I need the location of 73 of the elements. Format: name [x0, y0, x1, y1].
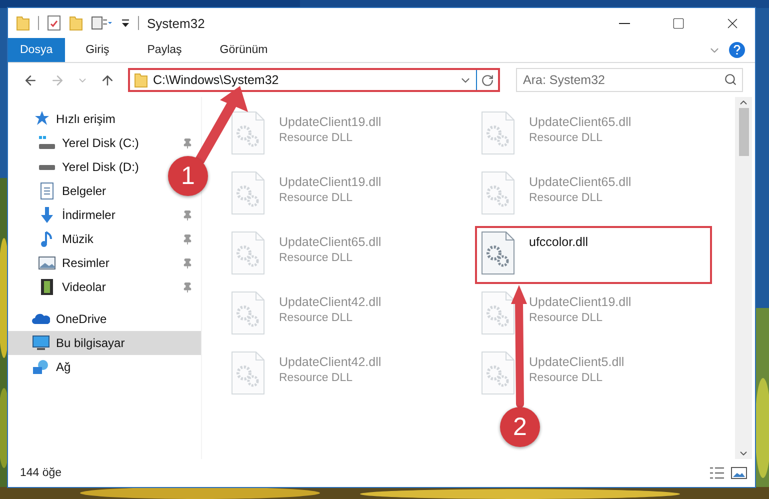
sidebar-item[interactable]: Bu bilgisayar: [8, 331, 201, 355]
file-name: UpdateClient65.dll: [529, 175, 632, 189]
download-icon: [38, 206, 56, 224]
gear-file-icon: [231, 111, 265, 155]
file-name: UpdateClient19.dll: [279, 115, 382, 129]
file-type: Resource DLL: [529, 192, 604, 204]
gear-file-icon: [231, 351, 265, 395]
network-icon: [32, 358, 50, 376]
file-name: UpdateClient19.dll: [529, 295, 632, 309]
folder-icon: [134, 72, 148, 88]
sidebar-item[interactable]: OneDrive: [8, 307, 201, 331]
sidebar-item[interactable]: Resimler: [8, 251, 201, 275]
sidebar-item[interactable]: Ağ: [8, 355, 201, 379]
question-mark-icon: [733, 45, 741, 55]
file-type: Resource DLL: [279, 192, 354, 204]
file-type: Resource DLL: [279, 312, 354, 324]
window-title: System32: [147, 16, 206, 30]
folder-icon: [69, 15, 83, 31]
sidebar-item[interactable]: Müzik: [8, 227, 201, 251]
folder-icon: [16, 15, 30, 31]
file-type: Resource DLL: [529, 132, 604, 144]
file-name: ufccolor.dll: [529, 235, 588, 249]
sidebar-item[interactable]: Hızlı erişim: [8, 107, 201, 131]
file-name: UpdateClient42.dll: [279, 355, 382, 369]
ribbon-tab[interactable]: Giriş: [70, 38, 124, 62]
file-type: Resource DLL: [279, 252, 354, 264]
sidebar-item[interactable]: Videolar: [8, 275, 201, 299]
gear-file-icon: [231, 171, 265, 215]
gear-file-icon: [231, 231, 265, 275]
file-type: Resource DLL: [279, 372, 354, 384]
ribbon-tab[interactable]: Görünüm: [204, 38, 283, 62]
monitor-icon: [32, 334, 50, 352]
search-icon[interactable]: [724, 73, 737, 86]
gear-file-icon: [481, 111, 515, 155]
sidebar-item[interactable]: İndirmeler: [8, 203, 201, 227]
drive-icon: [38, 164, 56, 170]
sidebar-item[interactable]: Yerel Disk (D:): [8, 155, 157, 179]
file-type: Resource DLL: [529, 312, 604, 324]
sidebar-item[interactable]: Belgeler: [8, 179, 157, 203]
gear-file-icon: [481, 291, 515, 335]
picture-icon: [38, 254, 56, 272]
gear-file-icon: [481, 231, 515, 275]
checklist-icon[interactable]: [47, 15, 61, 31]
minimize-icon: [618, 22, 630, 24]
gear-file-icon: [231, 291, 265, 335]
item-count: 144 öğe: [20, 467, 63, 479]
file-name: UpdateClient42.dll: [279, 295, 382, 309]
forward-arrow-icon: [50, 72, 65, 88]
file-name: UpdateClient65.dll: [279, 235, 382, 249]
maximize-icon: [672, 16, 684, 30]
ribbon-tab[interactable]: Dosya: [8, 38, 65, 62]
file-name: UpdateClient19.dll: [279, 175, 382, 189]
gear-file-icon: [481, 351, 515, 395]
file-name: UpdateClient5.dll: [529, 355, 624, 369]
file-name: UpdateClient65.dll: [529, 115, 632, 129]
address-bar[interactable]: C:\Windows\System32: [128, 68, 500, 92]
properties-icon[interactable]: [91, 16, 113, 30]
tiles-view-icon[interactable]: [731, 466, 747, 480]
scrollbar-thumb[interactable]: [738, 108, 748, 156]
dropdown-icon[interactable]: [121, 18, 130, 28]
search-field[interactable]: Ara: System32: [516, 68, 743, 92]
file-type: Resource DLL: [529, 372, 604, 384]
file-tile[interactable]: ufccolor.dll: [475, 226, 712, 284]
help-button[interactable]: [729, 42, 745, 58]
sidebar-item[interactable]: Yerel Disk (C:): [8, 131, 201, 155]
document-icon: [38, 182, 56, 200]
file-type: Resource DLL: [279, 132, 354, 144]
refresh-icon: [481, 74, 494, 86]
ribbon-tab[interactable]: Paylaş: [132, 38, 197, 62]
drive-icon: [38, 134, 56, 152]
details-view-icon[interactable]: [709, 466, 725, 480]
film-icon: [38, 278, 56, 296]
gear-file-icon: [481, 171, 515, 215]
